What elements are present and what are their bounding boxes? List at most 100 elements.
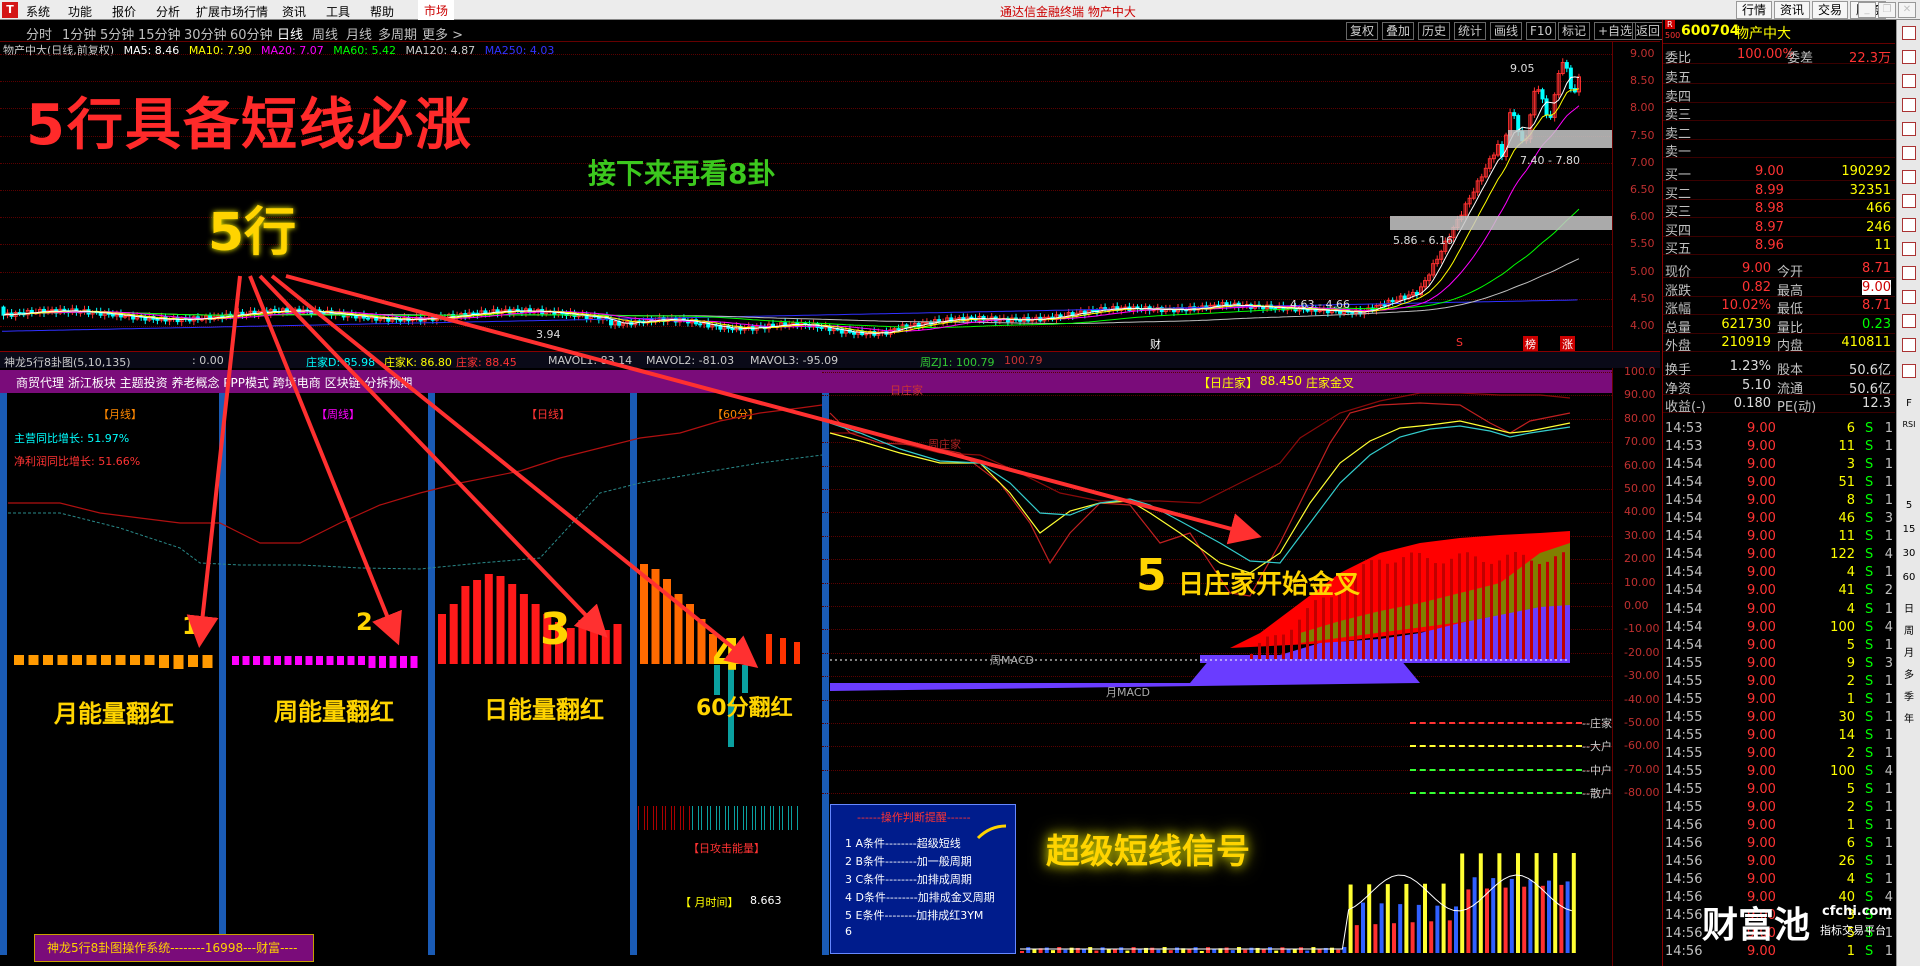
sidebar-icon-15[interactable]	[1902, 364, 1916, 378]
sidebar-icon-1[interactable]	[1902, 26, 1916, 40]
zj-bar	[1314, 600, 1317, 659]
menu-function[interactable]: 功能	[68, 3, 92, 20]
annot-day-energy: 日能量翻红	[484, 696, 604, 724]
candle-body	[896, 328, 901, 331]
stat2-label: 净资	[1665, 381, 1692, 397]
zj-bar	[1490, 563, 1493, 659]
weibi-label: 委比	[1665, 51, 1692, 66]
sidebar-60[interactable]: 60	[1899, 572, 1919, 583]
sidebar-icon-3[interactable]	[1902, 74, 1916, 88]
sidebar-year[interactable]: 年	[1899, 710, 1919, 725]
sidebar-icon-9[interactable]	[1902, 218, 1916, 232]
tool-draw[interactable]: 画线	[1490, 22, 1523, 40]
sidebar-30[interactable]: 30	[1899, 548, 1919, 559]
tick-price: 9.00	[1747, 619, 1776, 635]
sidebar-icon-4[interactable]	[1902, 98, 1916, 112]
period-multi[interactable]: 多周期	[378, 24, 417, 43]
volume-bar	[1410, 922, 1415, 953]
menu-analysis[interactable]: 分析	[156, 3, 180, 20]
sidebar-5[interactable]: 5	[1899, 500, 1919, 511]
volume-bar	[1423, 883, 1427, 953]
sidebar-month[interactable]: 月	[1899, 644, 1919, 659]
menu-news[interactable]: 资讯	[282, 3, 306, 20]
tick-count: 1	[1884, 709, 1893, 725]
sidebar-15[interactable]: 15	[1899, 524, 1919, 535]
r-badge: R	[1665, 20, 1675, 29]
menu-quote[interactable]: 报价	[112, 3, 136, 20]
volume-bar	[1466, 889, 1471, 953]
attack-energy-bar	[752, 806, 753, 830]
tick-time: 14:54	[1665, 619, 1703, 635]
volume-bar	[1392, 923, 1396, 953]
period-day[interactable]: 日线	[277, 24, 303, 43]
period-fs[interactable]: 分时	[26, 24, 52, 43]
period-5m[interactable]: 5分钟	[100, 24, 134, 43]
candle-body	[924, 321, 929, 324]
tool-stats[interactable]: 统计	[1454, 22, 1487, 40]
sidebar-icon-6[interactable]	[1902, 146, 1916, 160]
tick-count: 3	[1884, 511, 1893, 527]
tool-watchlist[interactable]: +自选	[1594, 22, 1637, 40]
menu-help[interactable]: 帮助	[370, 3, 394, 20]
volume-bar	[1311, 947, 1316, 953]
stat-value: 9.00	[1742, 261, 1771, 276]
btn-hq[interactable]: 行情	[1736, 1, 1773, 19]
zj-bar	[1562, 552, 1565, 659]
tool-overlay[interactable]: 叠加	[1382, 22, 1415, 40]
volume-bar	[1280, 947, 1285, 953]
sidebar-season[interactable]: 季	[1899, 688, 1919, 703]
btn-trade[interactable]: 交易	[1812, 1, 1849, 19]
sidebar-icon-11[interactable]	[1902, 266, 1916, 280]
sidebar-icon-14[interactable]	[1902, 338, 1916, 352]
market-tab[interactable]: 市场	[418, 0, 455, 20]
sidebar-icon-13[interactable]	[1902, 314, 1916, 328]
sidebar-week[interactable]: 周	[1899, 622, 1919, 637]
price-tick: 8.00	[1630, 101, 1655, 115]
tool-fq[interactable]: 复权	[1346, 22, 1379, 40]
stat-value: 621730	[1721, 316, 1771, 332]
period-month[interactable]: 月线	[346, 24, 372, 43]
menu-tools[interactable]: 工具	[326, 3, 350, 20]
tick-count: 1	[1884, 421, 1893, 436]
period-1m[interactable]: 1分钟	[62, 24, 96, 43]
sidebar-icon-10[interactable]	[1902, 242, 1916, 256]
day-energy-bar	[531, 604, 540, 664]
sidebar-icon-7[interactable]	[1902, 170, 1916, 184]
stat-label-2: 最低	[1777, 302, 1804, 318]
sidebar-icon-2[interactable]	[1902, 50, 1916, 64]
indicator-name[interactable]: 神龙5行8卦图(5,10,135)	[4, 354, 131, 370]
tick-price: 9.00	[1747, 709, 1776, 725]
btn-news[interactable]: 资讯	[1774, 1, 1811, 19]
menu-system[interactable]: 系统	[26, 3, 50, 20]
tick-row: 14:55 9.00 30 S 1	[1663, 709, 1895, 727]
tool-f10[interactable]: F10	[1526, 22, 1557, 40]
tick-volume: 3	[1846, 457, 1855, 473]
minimize-icon[interactable]: _	[1858, 2, 1876, 18]
period-week[interactable]: 周线	[312, 24, 338, 43]
sidebar-day[interactable]: 日	[1899, 600, 1919, 615]
sidebar-multi[interactable]: 多	[1899, 666, 1919, 681]
lower-tick: -70.00	[1624, 762, 1660, 776]
menu-ext-market[interactable]: 扩展市场行情	[196, 3, 268, 20]
period-60m[interactable]: 60分钟	[230, 24, 273, 43]
attack-energy-label: 【日攻击能量】	[688, 842, 765, 855]
period-more[interactable]: 更多 >	[422, 24, 463, 43]
close-icon[interactable]: ✕	[1898, 2, 1916, 18]
tick-count: 1	[1884, 818, 1893, 834]
sidebar-icon-12[interactable]	[1902, 290, 1916, 304]
zj-bar	[1514, 552, 1517, 659]
period-15m[interactable]: 15分钟	[138, 24, 181, 43]
tool-back[interactable]: 返回	[1632, 22, 1665, 40]
period-30m[interactable]: 30分钟	[184, 24, 227, 43]
sidebar-rsi[interactable]: RSI	[1899, 420, 1919, 429]
sidebar-f[interactable]: F	[1899, 398, 1919, 409]
sidebar-icon-5[interactable]	[1902, 122, 1916, 136]
volume-bar	[1460, 853, 1465, 953]
sidebar-icon-8[interactable]	[1902, 194, 1916, 208]
buy-label: 买三	[1665, 205, 1692, 221]
tool-history[interactable]: 历史	[1418, 22, 1451, 40]
tool-mark[interactable]: 标记	[1558, 22, 1591, 40]
restore-icon[interactable]: ❐	[1878, 2, 1896, 18]
annot-60m: 60分翻红	[696, 696, 793, 721]
month-energy-bar	[188, 655, 198, 667]
